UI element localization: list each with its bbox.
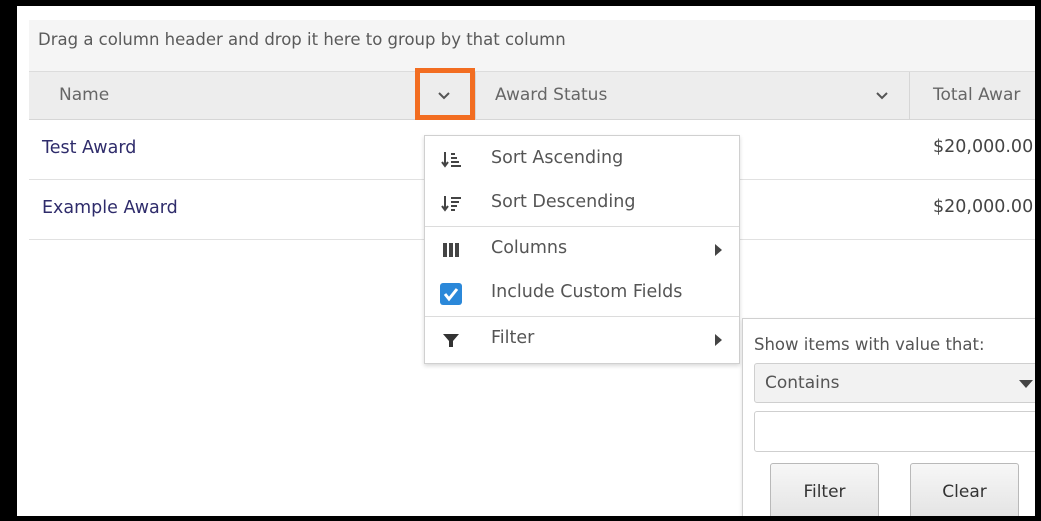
columns-icon (443, 243, 459, 257)
column-header-award-status[interactable]: Award Status (495, 72, 607, 119)
screenshot-frame-bottom (0, 516, 1041, 521)
menu-label: Sort Descending (491, 192, 636, 212)
filter-funnel-icon (443, 334, 459, 347)
dropdown-caret-icon (1019, 380, 1033, 388)
column-header-name[interactable]: Name (59, 72, 109, 119)
column-menu: Sort Ascending Sort Descending Columns I… (424, 135, 740, 364)
total-award-cell: $20,000.00 (933, 197, 1034, 217)
filter-instruction: Show items with value that: (754, 335, 985, 354)
group-drop-area[interactable]: Drag a column header and drop it here to… (29, 20, 1035, 72)
submenu-arrow-icon (715, 244, 722, 256)
screenshot-frame: Drag a column header and drop it here to… (0, 0, 1041, 521)
clear-button[interactable]: Clear (910, 463, 1019, 520)
award-name-link[interactable]: Test Award (42, 138, 136, 158)
filter-submenu-panel: Show items with value that: Contains Fil… (742, 318, 1035, 521)
submenu-arrow-icon (715, 334, 722, 346)
menu-filter[interactable]: Filter (425, 318, 739, 362)
include-custom-fields-checkbox[interactable] (440, 283, 462, 305)
award-status-column-menu-chevron-icon[interactable] (875, 89, 889, 103)
menu-sort-descending[interactable]: Sort Descending (425, 182, 739, 226)
filter-value-input[interactable] (754, 411, 1035, 452)
group-drop-hint: Drag a column header and drop it here to… (38, 30, 566, 49)
award-name-link[interactable]: Example Award (42, 198, 178, 218)
menu-divider (425, 316, 739, 317)
total-award-cell: $20,000.00 (933, 137, 1034, 157)
sort-descending-icon (441, 196, 461, 212)
filter-operator-select[interactable]: Contains (754, 363, 1035, 403)
column-divider (909, 72, 910, 119)
grid-header-row: Name Award Status Total Awar (29, 72, 1035, 120)
awards-grid: Drag a column header and drop it here to… (29, 20, 1035, 521)
menu-include-custom-fields[interactable]: Include Custom Fields (425, 272, 739, 316)
menu-label: Sort Ascending (491, 148, 624, 168)
menu-columns[interactable]: Columns (425, 228, 739, 272)
menu-label: Filter (491, 328, 535, 348)
menu-divider (425, 226, 739, 227)
sort-ascending-icon (441, 152, 461, 168)
filter-button[interactable]: Filter (770, 463, 879, 520)
column-header-total-award[interactable]: Total Awar (933, 72, 1020, 119)
filter-operator-value: Contains (765, 373, 840, 393)
column-divider (475, 72, 476, 119)
menu-sort-ascending[interactable]: Sort Ascending (425, 138, 739, 182)
menu-label: Columns (491, 238, 568, 258)
column-menu-highlight-box (415, 68, 475, 120)
checkmark-icon (443, 288, 459, 302)
menu-label: Include Custom Fields (491, 282, 683, 302)
